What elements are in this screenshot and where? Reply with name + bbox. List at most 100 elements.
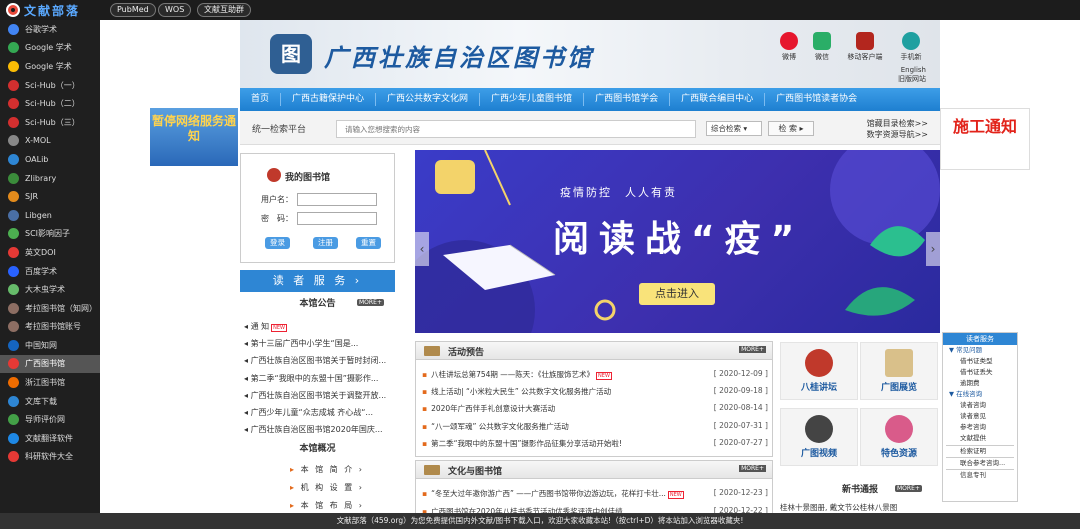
nav-item[interactable]: 广西图书馆读者协会 [765, 93, 868, 106]
culture-more-link[interactable]: MORE+ [739, 465, 766, 472]
sidebar-item[interactable]: 广西图书馆 [0, 354, 100, 374]
wos-button[interactable]: WOS [158, 3, 192, 17]
service-group-header[interactable]: ▼ 在线咨询 [943, 389, 1017, 400]
service-link[interactable]: 参考咨询 [943, 422, 1017, 433]
sidebar-item[interactable]: 中国知网 [0, 336, 100, 355]
sidebar-item[interactable]: X-MOL [0, 132, 100, 151]
reader-service-button[interactable]: 读 者 服 务 › [240, 270, 395, 292]
sidebar-item[interactable]: 文库下载 [0, 392, 100, 411]
sidebar-item[interactable]: Zlibrary [0, 169, 100, 188]
search-input[interactable] [336, 120, 696, 138]
site-logo-icon [8, 451, 19, 463]
old-site-link[interactable]: 旧版网站 [898, 75, 926, 84]
nav-item[interactable]: 广西少年儿童图书馆 [480, 93, 585, 106]
sidebar-item[interactable]: 科研软件大全 [0, 448, 100, 467]
notice-item[interactable]: ◂ 通 知 NEW [244, 321, 394, 332]
service-link[interactable]: 借书证类型 [943, 356, 1017, 367]
list-item-text: “冬至大过年邀你游广西” ——广西图书馆带你边游边玩，花样打卡壮... [431, 489, 666, 498]
notice-more-link[interactable]: MORE+ [357, 299, 384, 306]
sidebar-item[interactable]: Sci-Hub（二） [0, 94, 100, 113]
service-link[interactable]: 文献提供 [943, 433, 1017, 444]
notice-item[interactable]: ◂ 广西壮族自治区图书馆关于暂时封闭... [244, 355, 394, 366]
service-link[interactable]: 读者意见 [943, 411, 1017, 422]
tile-special-resources[interactable]: 特色资源 [860, 408, 938, 466]
tile-exhibition[interactable]: 广图展览 [860, 342, 938, 400]
list-item[interactable]: 第二季“我眼中的东盟十国”摄影作品征集分享活动开始啦! [ 2020-07-27 … [422, 438, 768, 449]
register-button[interactable]: 注册 [313, 237, 338, 249]
service-link[interactable]: 读者咨询 [943, 400, 1017, 411]
nav-item[interactable]: 广西公共数字文化网 [376, 93, 481, 106]
catalog-search-link[interactable]: 馆藏目录检索>> [867, 118, 928, 129]
list-item[interactable]: 线上活动| “小米粒大民生” 公共数字文化服务推广活动 [ 2020-09-18 … [422, 386, 768, 397]
tile-video[interactable]: 广图视频 [780, 408, 858, 466]
nav-item[interactable]: 广西图书馆学会 [584, 93, 671, 106]
library-title[interactable]: 广西壮族自治区图书馆 [324, 38, 594, 73]
service-link[interactable]: 借书证丢失 [943, 367, 1017, 378]
sidebar-item[interactable]: Sci-Hub（一） [0, 76, 100, 95]
new-books-more-link[interactable]: MORE+ [895, 485, 922, 492]
nav-item[interactable]: 首页 [240, 93, 282, 106]
new-book-item[interactable]: 桂林十景图册, 戴文节公桂林八景图 [780, 502, 940, 513]
library-seal-logo[interactable]: 图 [270, 34, 312, 74]
notice-item[interactable]: ◂ 广西壮族自治区图书馆2020年国庆... [244, 424, 394, 435]
sidebar-item[interactable]: OALib [0, 150, 100, 169]
banner-enter-button[interactable]: 点击进入 [639, 283, 715, 305]
digital-resources-link[interactable]: 数字资源导航>> [867, 129, 928, 140]
password-field[interactable] [297, 212, 377, 225]
construction-notice-ad[interactable]: 施工通知 [940, 108, 1030, 170]
notice-item[interactable]: ◂ 广西壮族自治区图书馆关于调整开放... [244, 390, 394, 401]
sidebar-item[interactable]: 大木虫学术 [0, 280, 100, 299]
sidebar-item[interactable]: SCI影响因子 [0, 225, 100, 244]
login-button[interactable]: 登录 [265, 237, 290, 249]
english-link[interactable]: English [898, 66, 926, 75]
sidebar-item[interactable]: 谷歌学术 [0, 20, 100, 39]
activities-more-link[interactable]: MORE+ [739, 346, 766, 353]
sidebar-item[interactable]: Google 学术 [0, 57, 100, 76]
reset-button[interactable]: 重置 [356, 237, 381, 249]
help-group-button[interactable]: 文献互助群 [197, 3, 251, 17]
notice-item[interactable]: ◂ 第十三届广西中小学生“国是... [244, 338, 394, 349]
list-item[interactable]: “冬至大过年邀你游广西” ——广西图书馆带你边游边玩，花样打卡壮...NEW [ … [422, 488, 768, 499]
sidebar-item[interactable]: 导师评价网 [0, 410, 100, 429]
service-box-link[interactable]: 联合参考咨询... [946, 457, 1014, 468]
mobile-new-link[interactable]: 手机新 [894, 32, 928, 62]
search-button[interactable]: 检 索 ▸ [768, 121, 814, 136]
overview-item[interactable]: ▸ 本 馆 简 介 › [290, 464, 364, 475]
sidebar-item[interactable]: 百度学术 [0, 262, 100, 281]
banner-next-arrow[interactable]: › [926, 232, 940, 266]
overview-item[interactable]: ▸ 机 构 设 置 › [290, 482, 364, 493]
list-item[interactable]: 2020年广西伴手礼创意设计大赛活动 [ 2020-08-14 ] [422, 403, 768, 414]
hero-banner[interactable]: 疫情防控 人人有责 阅读战“疫” 点击进入 ‹ › [415, 150, 940, 333]
sidebar-item[interactable]: 浙江图书馆 [0, 373, 100, 392]
pubmed-button[interactable]: PubMed [110, 3, 156, 17]
overview-item[interactable]: ▸ 本 馆 布 局 › [290, 500, 364, 511]
service-link[interactable]: 逾期费 [943, 378, 1017, 389]
service-box-link[interactable]: 检索证明 [946, 445, 1014, 456]
sidebar-item[interactable]: Google 学术 [0, 39, 100, 58]
wechat-link[interactable]: 微信 [805, 32, 839, 62]
sidebar-item[interactable]: 考拉图书馆账号 [0, 318, 100, 337]
nav-item[interactable]: 广西联合编目中心 [670, 93, 766, 106]
banner-title: 阅读战“疫” [553, 219, 805, 260]
mobile-client-link[interactable]: 移动客户端 [843, 32, 887, 62]
service-box-link[interactable]: 信息专刊 [946, 469, 1014, 480]
sidebar-item[interactable]: 英文DOI [0, 243, 100, 262]
service-notice-ad[interactable]: 暂停网络服务通知 [150, 108, 238, 166]
search-type-select[interactable]: 综合检索 ▾ [706, 121, 762, 136]
brand[interactable]: 文献部落 [6, 2, 80, 18]
banner-prev-arrow[interactable]: ‹ [415, 232, 429, 266]
list-item[interactable]: “八一颂军魂” 公共数字文化服务推广活动 [ 2020-07-31 ] [422, 421, 768, 432]
tile-bagui-forum[interactable]: 八桂讲坛 [780, 342, 858, 400]
service-group-header[interactable]: ▼ 常见问题 [943, 345, 1017, 356]
notice-item[interactable]: ◂ 广西少年儿童“众志成城 齐心战“... [244, 407, 394, 418]
weibo-link[interactable]: 微博 [772, 32, 806, 62]
sidebar-item[interactable]: Sci-Hub（三） [0, 113, 100, 132]
sidebar-item[interactable]: 考拉图书馆（知网） [0, 299, 100, 318]
sidebar-item[interactable]: Libgen [0, 206, 100, 225]
list-item[interactable]: 八桂讲坛总第754期 ——陈天：《壮族服饰艺术》NEW [ 2020-12-09 … [422, 369, 768, 380]
username-field[interactable] [297, 193, 377, 206]
notice-item[interactable]: ◂ 第二季“我眼中的东盟十国”摄影作... [244, 373, 394, 384]
sidebar-item[interactable]: 文献翻译软件 [0, 429, 100, 448]
sidebar-item[interactable]: SJR [0, 187, 100, 206]
nav-item[interactable]: 广西古籍保护中心 [281, 93, 377, 106]
